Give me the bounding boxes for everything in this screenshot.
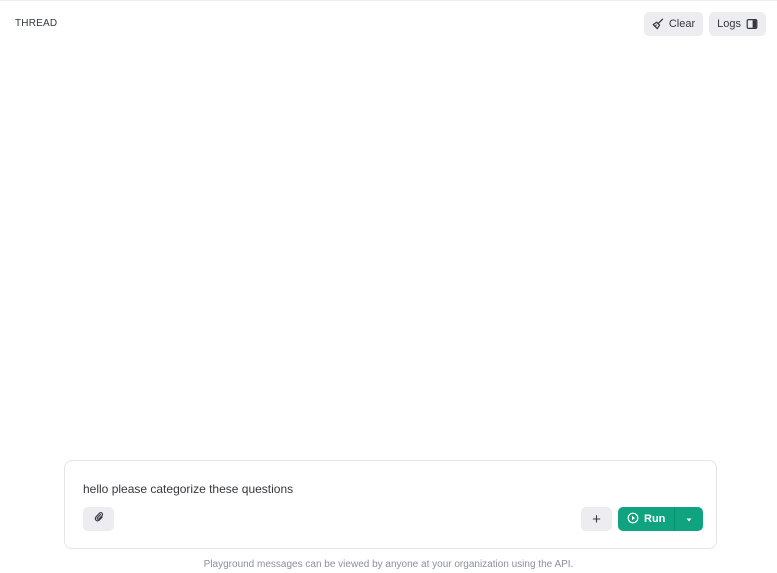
paperclip-icon bbox=[93, 510, 105, 528]
playground-thread-panel: THREAD Clear Logs hello please categoriz… bbox=[0, 0, 777, 573]
attach-file-button[interactable] bbox=[83, 507, 114, 531]
run-button-label: Run bbox=[644, 513, 666, 525]
privacy-notice: Playground messages can be viewed by any… bbox=[203, 559, 574, 570]
clear-button[interactable]: Clear bbox=[643, 12, 704, 36]
plus-icon: + bbox=[592, 510, 601, 528]
logs-button-label: Logs bbox=[717, 18, 741, 30]
run-button-group: Run bbox=[618, 507, 704, 531]
thread-title: THREAD bbox=[15, 18, 58, 29]
run-button[interactable]: Run bbox=[618, 507, 674, 531]
caret-down-icon bbox=[685, 510, 693, 528]
message-input[interactable]: hello please categorize these questions bbox=[83, 482, 293, 496]
thread-header: THREAD Clear Logs bbox=[0, 1, 777, 47]
message-composer[interactable]: hello please categorize these questions … bbox=[64, 460, 717, 549]
play-circle-icon bbox=[627, 512, 639, 527]
logs-button[interactable]: Logs bbox=[709, 12, 766, 36]
broom-icon bbox=[652, 18, 664, 30]
clear-button-label: Clear bbox=[668, 18, 696, 30]
run-options-dropdown[interactable] bbox=[675, 507, 703, 531]
sidebar-panel-icon bbox=[746, 18, 758, 30]
add-message-button[interactable]: + bbox=[581, 507, 612, 531]
header-actions: Clear Logs bbox=[643, 12, 766, 36]
